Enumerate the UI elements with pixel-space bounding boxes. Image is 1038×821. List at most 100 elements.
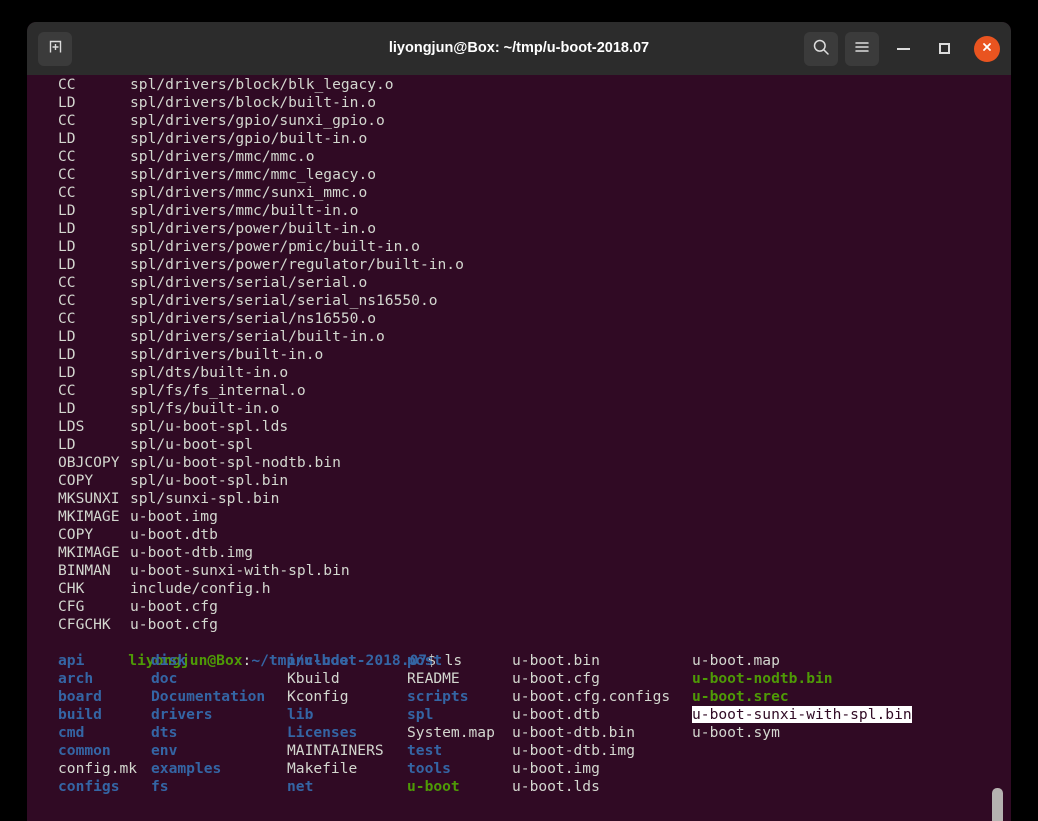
ls-entry[interactable]: Licenses — [287, 724, 407, 742]
ls-entry[interactable]: u-boot.srec — [692, 688, 932, 706]
window-titlebar[interactable]: liyongjun@Box: ~/tmp/u-boot-2018.07 — [27, 22, 1011, 75]
scrollbar-thumb[interactable] — [992, 788, 1003, 821]
build-step-tag: MKSUNXI — [58, 490, 120, 507]
build-step-target: u-boot-dtb.img — [130, 544, 254, 561]
hamburger-menu-icon — [853, 38, 871, 60]
ls-entry[interactable]: System.map — [407, 724, 512, 742]
ls-entry-label: disk — [151, 652, 187, 669]
build-step-tag: CC — [58, 382, 76, 399]
ls-entry[interactable]: Kconfig — [287, 688, 407, 706]
ls-entry[interactable]: u-boot.cfg.configs — [512, 688, 692, 706]
ls-entry-label: u-boot.map — [692, 652, 780, 669]
ls-entry[interactable]: tools — [407, 760, 512, 778]
ls-entry-label: Licenses — [287, 724, 358, 741]
ls-entry-label: u-boot-sunxi-with-spl.bin — [692, 706, 912, 723]
search-button[interactable] — [804, 31, 838, 66]
scrollbar-track[interactable] — [992, 75, 1007, 821]
ls-entry[interactable]: net — [287, 778, 407, 796]
build-step-tag: LD — [58, 238, 76, 255]
build-output-line: OBJCOPY spl/u-boot-spl-nodtb.bin — [58, 454, 1011, 472]
ls-entry-label: u-boot.srec — [692, 688, 789, 705]
terminal-screen[interactable]: CC spl/drivers/block/blk_legacy.o LD spl/dr… — [27, 75, 1011, 821]
build-step-tag: CFG — [58, 598, 85, 615]
build-step-tag: COPY — [58, 526, 94, 543]
search-icon — [812, 38, 830, 60]
ls-entry[interactable]: include — [287, 652, 407, 670]
ls-entry[interactable]: arch — [58, 670, 151, 688]
ls-entry[interactable]: common — [58, 742, 151, 760]
ls-entry[interactable]: u-boot.sym — [692, 724, 932, 742]
build-output-line: LD spl/u-boot-spl — [58, 436, 1011, 454]
build-output-line: LD spl/fs/built-in.o — [58, 400, 1011, 418]
build-step-tag: CFGCHK — [58, 616, 111, 633]
ls-entry[interactable]: MAINTAINERS — [287, 742, 407, 760]
menu-button[interactable] — [845, 31, 879, 66]
ls-entry[interactable]: test — [407, 742, 512, 760]
ls-entry[interactable]: README — [407, 670, 512, 688]
ls-entry[interactable]: u-boot.dtb — [512, 706, 692, 724]
new-tab-icon — [47, 38, 64, 59]
ls-entry[interactable]: Kbuild — [287, 670, 407, 688]
build-step-target: spl/u-boot-spl.bin — [130, 472, 289, 489]
build-step-tag: BINMAN — [58, 562, 111, 579]
ls-entry-label: System.map — [407, 724, 495, 741]
ls-entry[interactable]: fs — [151, 778, 287, 796]
ls-entry[interactable]: u-boot.bin — [512, 652, 692, 670]
ls-entry[interactable]: disk — [151, 652, 287, 670]
ls-entry[interactable]: configs — [58, 778, 151, 796]
build-output-line: CC spl/drivers/gpio/sunxi_gpio.o — [58, 112, 1011, 130]
build-step-tag: CC — [58, 148, 76, 165]
ls-entry[interactable]: dts — [151, 724, 287, 742]
ls-entry[interactable]: api — [58, 652, 151, 670]
ls-entry-label: Documentation — [151, 688, 266, 705]
ls-entry[interactable]: u-boot-dtb.bin — [512, 724, 692, 742]
build-step-tag: LD — [58, 364, 76, 381]
build-step-tag: CC — [58, 292, 76, 309]
ls-entry[interactable]: u-boot — [407, 778, 512, 796]
ls-entry-label: arch — [58, 670, 94, 687]
ls-entry-label: config.mk — [58, 760, 138, 777]
close-button[interactable] — [974, 35, 1000, 62]
build-step-tag: CC — [58, 166, 76, 183]
ls-entry[interactable]: board — [58, 688, 151, 706]
minimize-button[interactable] — [886, 32, 920, 66]
ls-entry[interactable]: u-boot.img — [512, 760, 692, 778]
ls-entry-label: common — [58, 742, 111, 759]
build-step-tag: CHK — [58, 580, 85, 597]
ls-entry[interactable]: u-boot.cfg — [512, 670, 692, 688]
ls-entry[interactable]: config.mk — [58, 760, 151, 778]
ls-entry[interactable]: u-boot.lds — [512, 778, 692, 796]
ls-entry-label: Makefile — [287, 760, 358, 777]
ls-entry[interactable]: lib — [287, 706, 407, 724]
maximize-button[interactable] — [927, 32, 961, 66]
build-step-target: spl/drivers/mmc/sunxi_mmc.o — [130, 184, 368, 201]
minimize-icon — [896, 47, 910, 50]
ls-entry[interactable]: scripts — [407, 688, 512, 706]
build-step-tag: CC — [58, 274, 76, 291]
ls-entry[interactable]: drivers — [151, 706, 287, 724]
ls-entry-selected[interactable]: u-boot-sunxi-with-spl.bin — [692, 706, 932, 724]
ls-entry[interactable]: post — [407, 652, 512, 670]
ls-output-row: api disk include post u-boot.bin u-boot.map — [58, 652, 1011, 670]
ls-entry[interactable]: u-boot-nodtb.bin — [692, 670, 932, 688]
ls-entry[interactable]: cmd — [58, 724, 151, 742]
build-step-tag: LD — [58, 130, 76, 147]
build-output-line: CC spl/drivers/mmc/mmc.o — [58, 148, 1011, 166]
ls-entry[interactable]: u-boot.map — [692, 652, 932, 670]
build-step-target: spl/drivers/mmc/built-in.o — [130, 202, 359, 219]
ls-entry[interactable]: build — [58, 706, 151, 724]
ls-entry[interactable]: spl — [407, 706, 512, 724]
ls-entry[interactable]: Makefile — [287, 760, 407, 778]
terminal-window: liyongjun@Box: ~/tmp/u-boot-2018.07 CC s… — [27, 22, 1011, 821]
ls-entry[interactable]: Documentation — [151, 688, 287, 706]
new-tab-button[interactable] — [38, 31, 72, 66]
ls-entry[interactable]: examples — [151, 760, 287, 778]
ls-entry[interactable]: u-boot-dtb.img — [512, 742, 692, 760]
ls-output-row: configs fs net u-boot u-boot.lds — [58, 778, 1011, 796]
build-step-target: u-boot-sunxi-with-spl.bin — [130, 562, 350, 579]
build-output-line: CC spl/drivers/block/blk_legacy.o — [58, 76, 1011, 94]
ls-entry[interactable]: doc — [151, 670, 287, 688]
build-step-tag: MKIMAGE — [58, 508, 120, 525]
ls-output-row: build drivers lib spl u-boot.dtb u-boot-sunxi… — [58, 706, 1011, 724]
ls-entry[interactable]: env — [151, 742, 287, 760]
